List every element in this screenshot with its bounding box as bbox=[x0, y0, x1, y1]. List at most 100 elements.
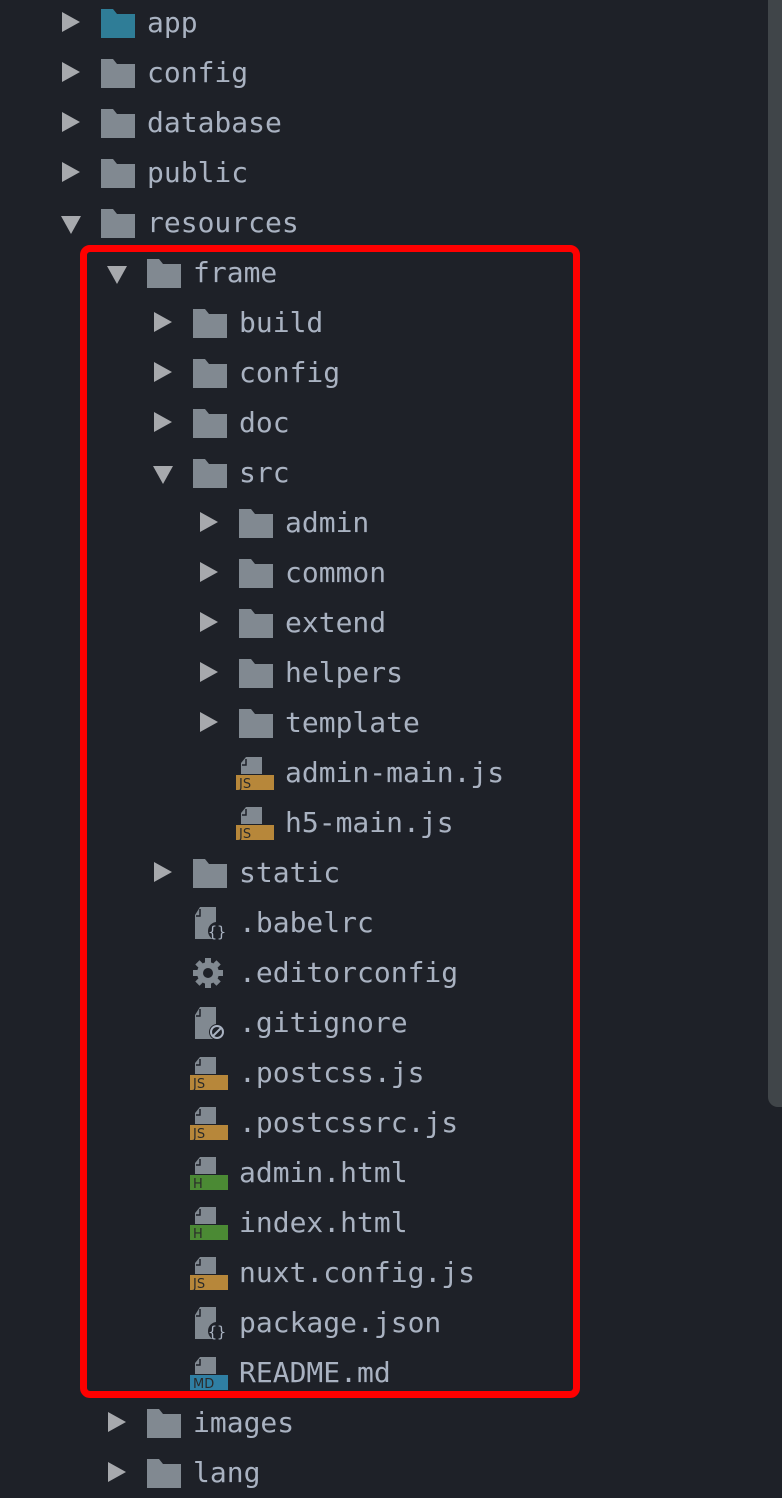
js-file-icon: JS bbox=[190, 1256, 228, 1292]
html-file-icon: H bbox=[190, 1206, 228, 1242]
tree-file-item[interactable]: Hadmin.html bbox=[0, 1148, 760, 1198]
svg-text:JS: JS bbox=[192, 1077, 205, 1090]
svg-text:JS: JS bbox=[192, 1277, 205, 1290]
tree-item-label: resources bbox=[147, 206, 299, 239]
chevron-right-icon[interactable] bbox=[154, 312, 172, 332]
chevron-right-icon[interactable] bbox=[108, 1462, 126, 1482]
svg-text:{}: {} bbox=[208, 1323, 226, 1340]
tree-file-item[interactable]: JS h5-main.js bbox=[0, 798, 760, 848]
tree-item-label: .postcss.js bbox=[239, 1056, 425, 1089]
tree-folder-item[interactable]: static bbox=[0, 848, 760, 898]
chevron-down-icon[interactable] bbox=[107, 266, 127, 284]
tree-item-label: static bbox=[239, 856, 341, 889]
tree-item-label: public bbox=[147, 156, 249, 189]
html-file-icon: H bbox=[190, 1156, 228, 1192]
tree-file-item[interactable]: .editorconfig bbox=[0, 948, 760, 998]
tree-folder-item[interactable]: database bbox=[0, 98, 760, 148]
tree-folder-item[interactable]: lang bbox=[0, 1448, 760, 1498]
chevron-right-icon[interactable] bbox=[200, 712, 218, 732]
tree-item-label: common bbox=[285, 556, 387, 589]
svg-text:JS: JS bbox=[192, 1127, 205, 1140]
tree-folder-item[interactable]: app bbox=[0, 0, 760, 48]
folder-icon bbox=[192, 307, 228, 339]
folder-icon bbox=[100, 57, 136, 89]
chevron-down-icon[interactable] bbox=[61, 216, 81, 234]
chevron-right-icon[interactable] bbox=[200, 612, 218, 632]
file-tree: app config database public resources frame bui… bbox=[0, 0, 782, 1498]
markdown-file-icon: MD bbox=[190, 1356, 228, 1392]
svg-text:JS: JS bbox=[238, 777, 251, 790]
chevron-right-icon[interactable] bbox=[200, 562, 218, 582]
chevron-right-icon[interactable] bbox=[62, 62, 80, 82]
tree-folder-item[interactable]: admin bbox=[0, 498, 760, 548]
folder-icon bbox=[100, 7, 136, 39]
chevron-right-icon[interactable] bbox=[108, 1412, 126, 1432]
chevron-right-icon[interactable] bbox=[154, 362, 172, 382]
chevron-right-icon[interactable] bbox=[62, 112, 80, 132]
tree-item-label: .editorconfig bbox=[239, 956, 459, 989]
tree-file-item[interactable]: JS nuxt.config.js bbox=[0, 1248, 760, 1298]
js-file-icon: JS bbox=[190, 1106, 228, 1142]
tree-file-item[interactable]: JS .postcssrc.js bbox=[0, 1098, 760, 1148]
folder-icon bbox=[238, 707, 274, 739]
scrollbar-thumb[interactable] bbox=[768, 0, 782, 1107]
tree-file-item[interactable]: .gitignore bbox=[0, 998, 760, 1048]
tree-item-label: build bbox=[239, 306, 324, 339]
tree-folder-item[interactable]: src bbox=[0, 448, 760, 498]
tree-file-item[interactable]: Hindex.html bbox=[0, 1198, 760, 1248]
folder-icon bbox=[238, 657, 274, 689]
folder-icon bbox=[192, 357, 228, 389]
chevron-right-icon[interactable] bbox=[62, 12, 80, 32]
ignore-file-icon bbox=[190, 1006, 226, 1040]
tree-item-label: admin bbox=[285, 506, 370, 539]
tree-file-item[interactable]: JS admin-main.js bbox=[0, 748, 760, 798]
tree-folder-item[interactable]: common bbox=[0, 548, 760, 598]
tree-item-label: admin.html bbox=[239, 1156, 408, 1189]
js-file-icon: JS bbox=[236, 806, 274, 842]
tree-item-label: h5-main.js bbox=[285, 806, 454, 839]
tree-item-label: src bbox=[239, 456, 290, 489]
svg-text:H: H bbox=[193, 1227, 203, 1240]
tree-file-item[interactable]: {} package.json bbox=[0, 1298, 760, 1348]
tree-folder-item[interactable]: helpers bbox=[0, 648, 760, 698]
chevron-right-icon[interactable] bbox=[154, 862, 172, 882]
tree-folder-item[interactable]: images bbox=[0, 1398, 760, 1448]
chevron-right-icon[interactable] bbox=[62, 162, 80, 182]
svg-text:H: H bbox=[193, 1177, 203, 1190]
tree-item-label: package.json bbox=[239, 1306, 442, 1339]
tree-folder-item[interactable]: public bbox=[0, 148, 760, 198]
tree-item-label: admin-main.js bbox=[285, 756, 505, 789]
chevron-down-icon[interactable] bbox=[153, 466, 173, 484]
tree-folder-item[interactable]: resources bbox=[0, 198, 760, 248]
tree-item-label: config bbox=[239, 356, 341, 389]
folder-icon bbox=[238, 607, 274, 639]
tree-folder-item[interactable]: config bbox=[0, 48, 760, 98]
svg-text:{}: {} bbox=[208, 923, 226, 940]
tree-item-label: images bbox=[193, 1406, 295, 1439]
tree-item-label: database bbox=[147, 106, 282, 139]
folder-icon bbox=[192, 457, 228, 489]
tree-file-item[interactable]: {} .babelrc bbox=[0, 898, 760, 948]
tree-folder-item[interactable]: build bbox=[0, 298, 760, 348]
tree-folder-item[interactable]: config bbox=[0, 348, 760, 398]
chevron-right-icon[interactable] bbox=[200, 662, 218, 682]
folder-icon bbox=[146, 1457, 182, 1489]
tree-item-label: index.html bbox=[239, 1206, 408, 1239]
tree-item-label: extend bbox=[285, 606, 387, 639]
folder-icon bbox=[100, 107, 136, 139]
tree-folder-item[interactable]: doc bbox=[0, 398, 760, 448]
svg-text:JS: JS bbox=[238, 827, 251, 840]
folder-icon bbox=[146, 257, 182, 289]
tree-folder-item[interactable]: template bbox=[0, 698, 760, 748]
js-file-icon: JS bbox=[236, 756, 274, 792]
tree-item-label: .postcssrc.js bbox=[239, 1106, 459, 1139]
chevron-right-icon[interactable] bbox=[200, 512, 218, 532]
tree-folder-item[interactable]: frame bbox=[0, 248, 760, 298]
folder-icon bbox=[192, 857, 228, 889]
tree-file-item[interactable]: JS .postcss.js bbox=[0, 1048, 760, 1098]
folder-icon bbox=[238, 507, 274, 539]
chevron-right-icon[interactable] bbox=[154, 412, 172, 432]
tree-file-item[interactable]: MD README.md bbox=[0, 1348, 760, 1398]
folder-icon bbox=[238, 557, 274, 589]
tree-folder-item[interactable]: extend bbox=[0, 598, 760, 648]
